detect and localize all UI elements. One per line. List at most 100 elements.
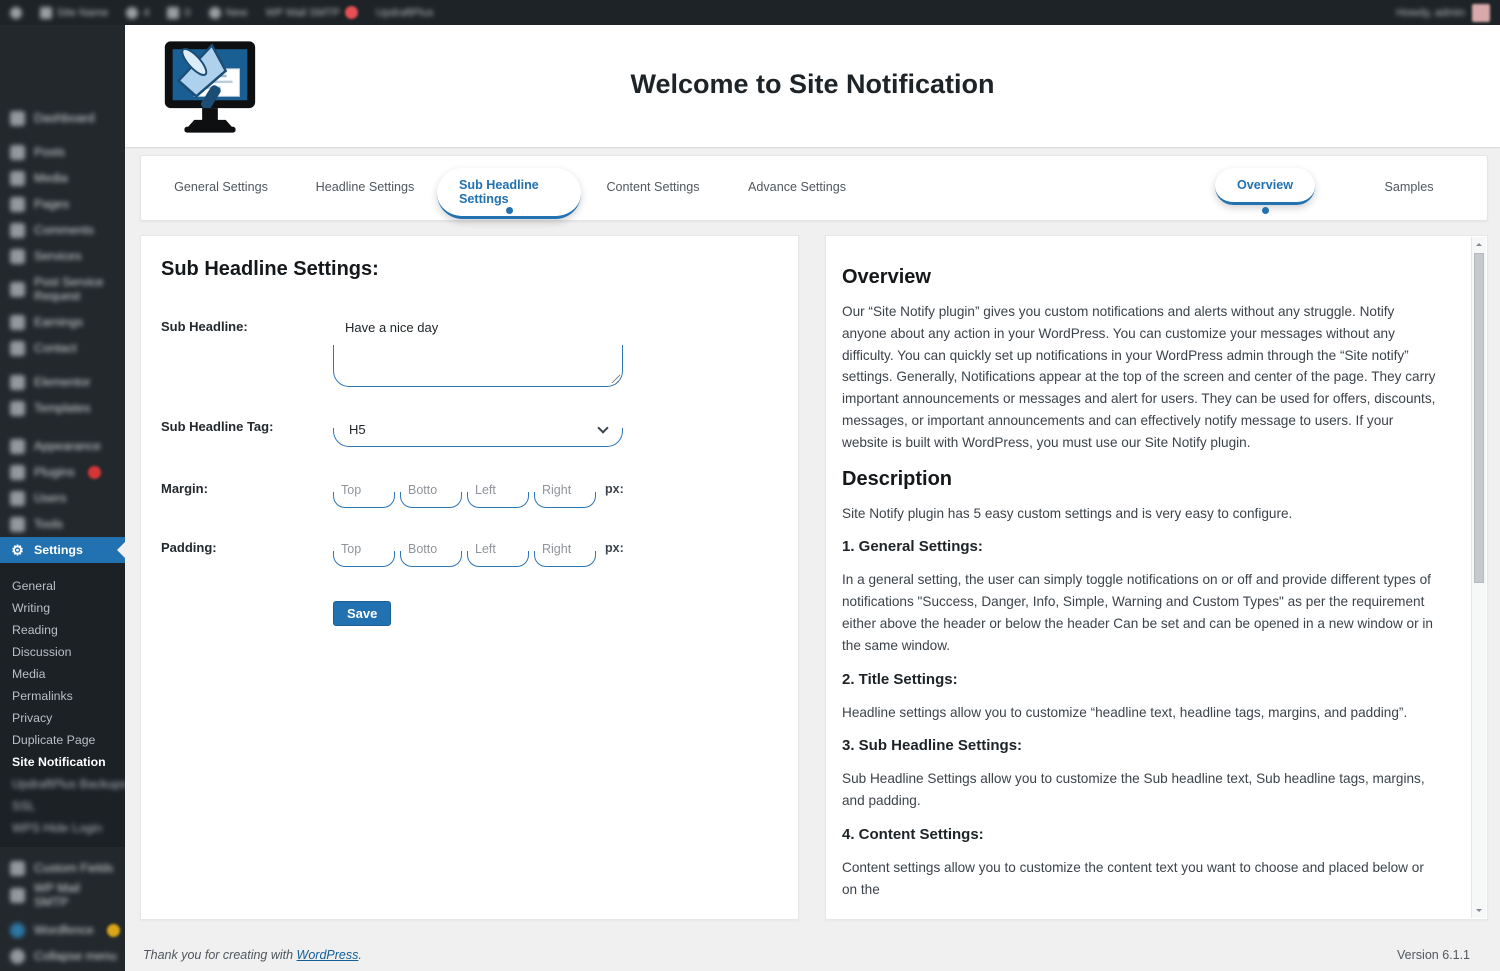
submenu-item-permalinks[interactable]: Permalinks <box>0 685 125 707</box>
sidebar-item-label: Plugins <box>34 464 75 479</box>
submenu-item-ssl[interactable]: SSL <box>0 795 125 817</box>
margin-bottom-input[interactable] <box>400 477 462 508</box>
comments-bubble-icon <box>167 6 180 19</box>
tab-label: Overview <box>1214 168 1315 205</box>
margin-left-input[interactable] <box>467 477 529 508</box>
sidebar-item-services[interactable]: Services <box>0 243 125 269</box>
sub-headline-control: Have a nice day <box>333 315 623 387</box>
sidebar-item-users[interactable]: Users <box>0 485 125 511</box>
updates-menu[interactable]: 4 <box>126 6 150 19</box>
sidebar-item-dashboard[interactable]: Dashboard <box>0 105 125 131</box>
sidebar-item-settings[interactable]: Settings <box>0 537 125 563</box>
wordpress-link[interactable]: WordPress <box>297 948 359 962</box>
plugin-header: Welcome to Site Notification <box>125 25 1500 147</box>
tab-label: Headline Settings <box>315 180 415 194</box>
new-content-menu[interactable]: New <box>208 6 248 19</box>
updraftplus-label: UpdraftPlus <box>375 6 434 19</box>
tab-advance-settings[interactable]: Advance Settings <box>725 156 869 220</box>
footer-version: Version 6.1.1 <box>1397 948 1470 962</box>
tab-general-settings[interactable]: General Settings <box>149 156 293 220</box>
wp-mail-smtp-icon <box>10 887 25 903</box>
sidebar-item-elementor[interactable]: Elementor <box>0 369 125 395</box>
sidebar-item-contact[interactable]: Contact <box>0 335 125 361</box>
sidebar-item-custom-fields[interactable]: Custom Fields <box>0 855 125 881</box>
submenu-item-discussion[interactable]: Discussion <box>0 641 125 663</box>
sidebar-item-wp-mail-smtp[interactable]: WP Mail SMTP <box>0 881 125 910</box>
section-body-general: In a general setting, the user can simpl… <box>842 572 1433 653</box>
sidebar-item-wordfence[interactable]: Wordfence <box>0 918 125 944</box>
margin-right-input[interactable] <box>534 477 596 508</box>
sidebar-item-pages[interactable]: Pages <box>0 191 125 217</box>
sidebar-item-collapse-menu[interactable]: Collapse menu <box>0 944 125 970</box>
sidebar-item-media[interactable]: Media <box>0 165 125 191</box>
sidebar-item-appearance[interactable]: Appearance <box>0 433 125 459</box>
submenu-item-site-notification[interactable]: Site Notification <box>0 751 125 773</box>
tab-headline-settings[interactable]: Headline Settings <box>293 156 437 220</box>
save-button[interactable]: Save <box>333 601 392 626</box>
howdy-label[interactable]: Howdy, admin <box>1396 7 1465 19</box>
site-name-menu[interactable]: Site Name <box>40 6 109 19</box>
submenu-item-privacy[interactable]: Privacy <box>0 707 125 729</box>
margin-top-input[interactable] <box>333 477 395 508</box>
sub-headline-tag-control: H5 <box>333 415 623 447</box>
services-icon <box>10 248 25 264</box>
footer-thanks: Thank you for creating with WordPress. <box>143 948 362 962</box>
submenu-item-updraftplus[interactable]: UpdraftPlus Backups <box>0 773 125 795</box>
padding-bottom-input[interactable] <box>400 536 462 567</box>
sidebar-item-label: Tools <box>34 516 63 531</box>
overview-heading: Overview <box>842 266 931 288</box>
site-name-label: Site Name <box>57 6 109 19</box>
comments-menu[interactable]: 0 <box>167 6 191 19</box>
sub-headline-tag-select[interactable]: H5 <box>333 415 623 447</box>
comments-icon <box>10 222 25 238</box>
admin-sidebar: Dashboard Posts Media Pages Comments Ser… <box>0 25 125 971</box>
padding-right-input[interactable] <box>534 536 596 567</box>
updraftplus-menu[interactable]: UpdraftPlus <box>376 7 433 19</box>
scroll-down-arrow[interactable] <box>1472 904 1486 918</box>
sidebar-item-label: Media <box>34 170 68 185</box>
wordpress-logo-menu[interactable] <box>10 6 22 19</box>
user-avatar[interactable] <box>1472 3 1490 22</box>
sub-headline-label: Sub Headline: <box>161 319 248 334</box>
sub-headline-settings-panel: Sub Headline Settings: Sub Headline: Hav… <box>140 235 799 920</box>
sidebar-item-tools[interactable]: Tools <box>0 511 125 537</box>
sidebar-item-plugins[interactable]: Plugins <box>0 459 125 485</box>
wp-mail-smtp-menu[interactable]: WP Mail SMTP <box>266 6 358 19</box>
submenu-item-duplicate-page[interactable]: Duplicate Page <box>0 729 125 751</box>
tab-label: Content Settings <box>606 180 700 194</box>
tab-samples[interactable]: Samples <box>1337 156 1481 220</box>
sidebar-item-comments[interactable]: Comments <box>0 217 125 243</box>
sidebar-item-templates[interactable]: Templates <box>0 395 125 421</box>
sidebar-item-earnings[interactable]: Earnings <box>0 309 125 335</box>
sidebar-item-label: Dashboard <box>34 110 95 125</box>
custom-fields-icon <box>10 860 25 876</box>
tab-content-settings[interactable]: Content Settings <box>581 156 725 220</box>
tab-label: Samples <box>1384 180 1434 194</box>
sub-headline-textarea[interactable]: Have a nice day <box>333 315 623 387</box>
plus-icon <box>208 6 221 19</box>
sidebar-item-posts[interactable]: Posts <box>0 139 125 165</box>
sub-headline-tag-label: Sub Headline Tag: <box>161 419 274 434</box>
section-heading-content: 4. Content Settings: <box>842 825 984 843</box>
submenu-item-media[interactable]: Media <box>0 663 125 685</box>
home-icon <box>40 6 52 19</box>
admin-bar: Site Name 4 0 New WP Mail SMTP UpdraftPl… <box>0 0 1500 25</box>
submenu-item-reading[interactable]: Reading <box>0 619 125 641</box>
padding-top-input[interactable] <box>333 536 395 567</box>
sidebar-item-label: WP Mail SMTP <box>34 881 80 910</box>
scroll-up-arrow[interactable] <box>1472 237 1486 251</box>
settings-submenu: General Writing Reading Discussion Media… <box>0 563 125 847</box>
submenu-item-general[interactable]: General <box>0 575 125 597</box>
footer-thanks-period: . <box>358 948 362 962</box>
tab-overview[interactable]: Overview <box>1193 156 1337 220</box>
padding-left-input[interactable] <box>467 536 529 567</box>
tab-sub-headline-settings[interactable]: Sub Headline Settings <box>437 156 581 220</box>
scrollbar-thumb[interactable] <box>1474 253 1484 583</box>
updates-count: 4 <box>143 6 150 19</box>
elementor-icon <box>10 374 25 390</box>
submenu-item-writing[interactable]: Writing <box>0 597 125 619</box>
service-request-icon <box>10 281 25 297</box>
sidebar-item-service-request[interactable]: Post Service Request <box>0 269 125 309</box>
submenu-item-wps-hide-login[interactable]: WPS Hide Login <box>0 817 125 839</box>
posts-icon <box>10 144 25 160</box>
